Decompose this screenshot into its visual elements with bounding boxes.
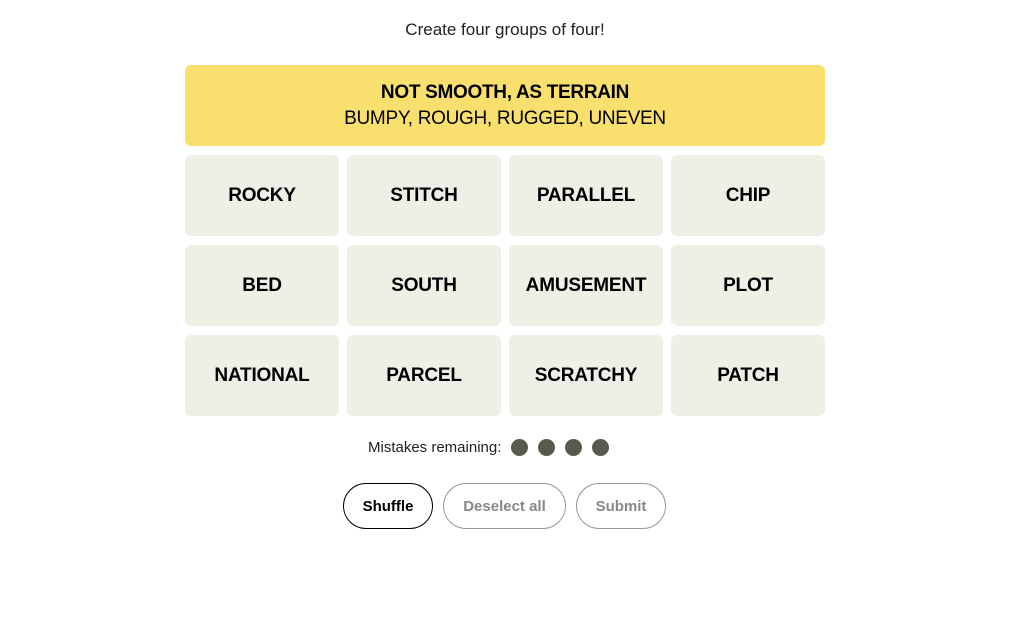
word-tile[interactable]: BED [185,245,339,326]
mistake-dot-icon [592,439,610,456]
word-tile[interactable]: PATCH [671,335,825,416]
subtitle: Create four groups of four! [405,20,605,39]
word-tile[interactable]: PLOT [671,245,825,326]
word-tile[interactable]: SOUTH [347,245,501,326]
game-board: NOT SMOOTH, AS TERRAIN BUMPY, ROUGH, RUG… [185,65,825,416]
action-buttons: Shuffle Deselect all Submit [343,483,676,529]
submit-button[interactable]: Submit [576,483,666,529]
tile-grid: ROCKY STITCH PARALLEL CHIP BED SOUTH AMU… [185,155,825,416]
deselect-all-button[interactable]: Deselect all [443,483,566,529]
solved-group-category: NOT SMOOTH, AS TERRAIN [380,81,630,103]
mistake-dot-icon [565,439,583,456]
word-tile[interactable]: AMUSEMENT [509,245,663,326]
mistakes-label: Mistakes remaining: [368,439,502,456]
mistakes-remaining: Mistakes remaining: [368,439,610,456]
word-tile[interactable]: STITCH [347,155,501,236]
mistake-dot-icon [538,439,556,456]
shuffle-button[interactable]: Shuffle [343,483,433,529]
mistake-dot-icon [511,439,529,456]
word-tile[interactable]: PARALLEL [509,155,663,236]
word-tile[interactable]: NATIONAL [185,335,339,416]
word-tile[interactable]: ROCKY [185,155,339,236]
word-tile[interactable]: PARCEL [347,335,501,416]
solved-group-yellow: NOT SMOOTH, AS TERRAIN BUMPY, ROUGH, RUG… [185,65,825,146]
word-tile[interactable]: SCRATCHY [509,335,663,416]
solved-group-words: BUMPY, ROUGH, RUGGED, UNEVEN [344,107,666,129]
word-tile[interactable]: CHIP [671,155,825,236]
